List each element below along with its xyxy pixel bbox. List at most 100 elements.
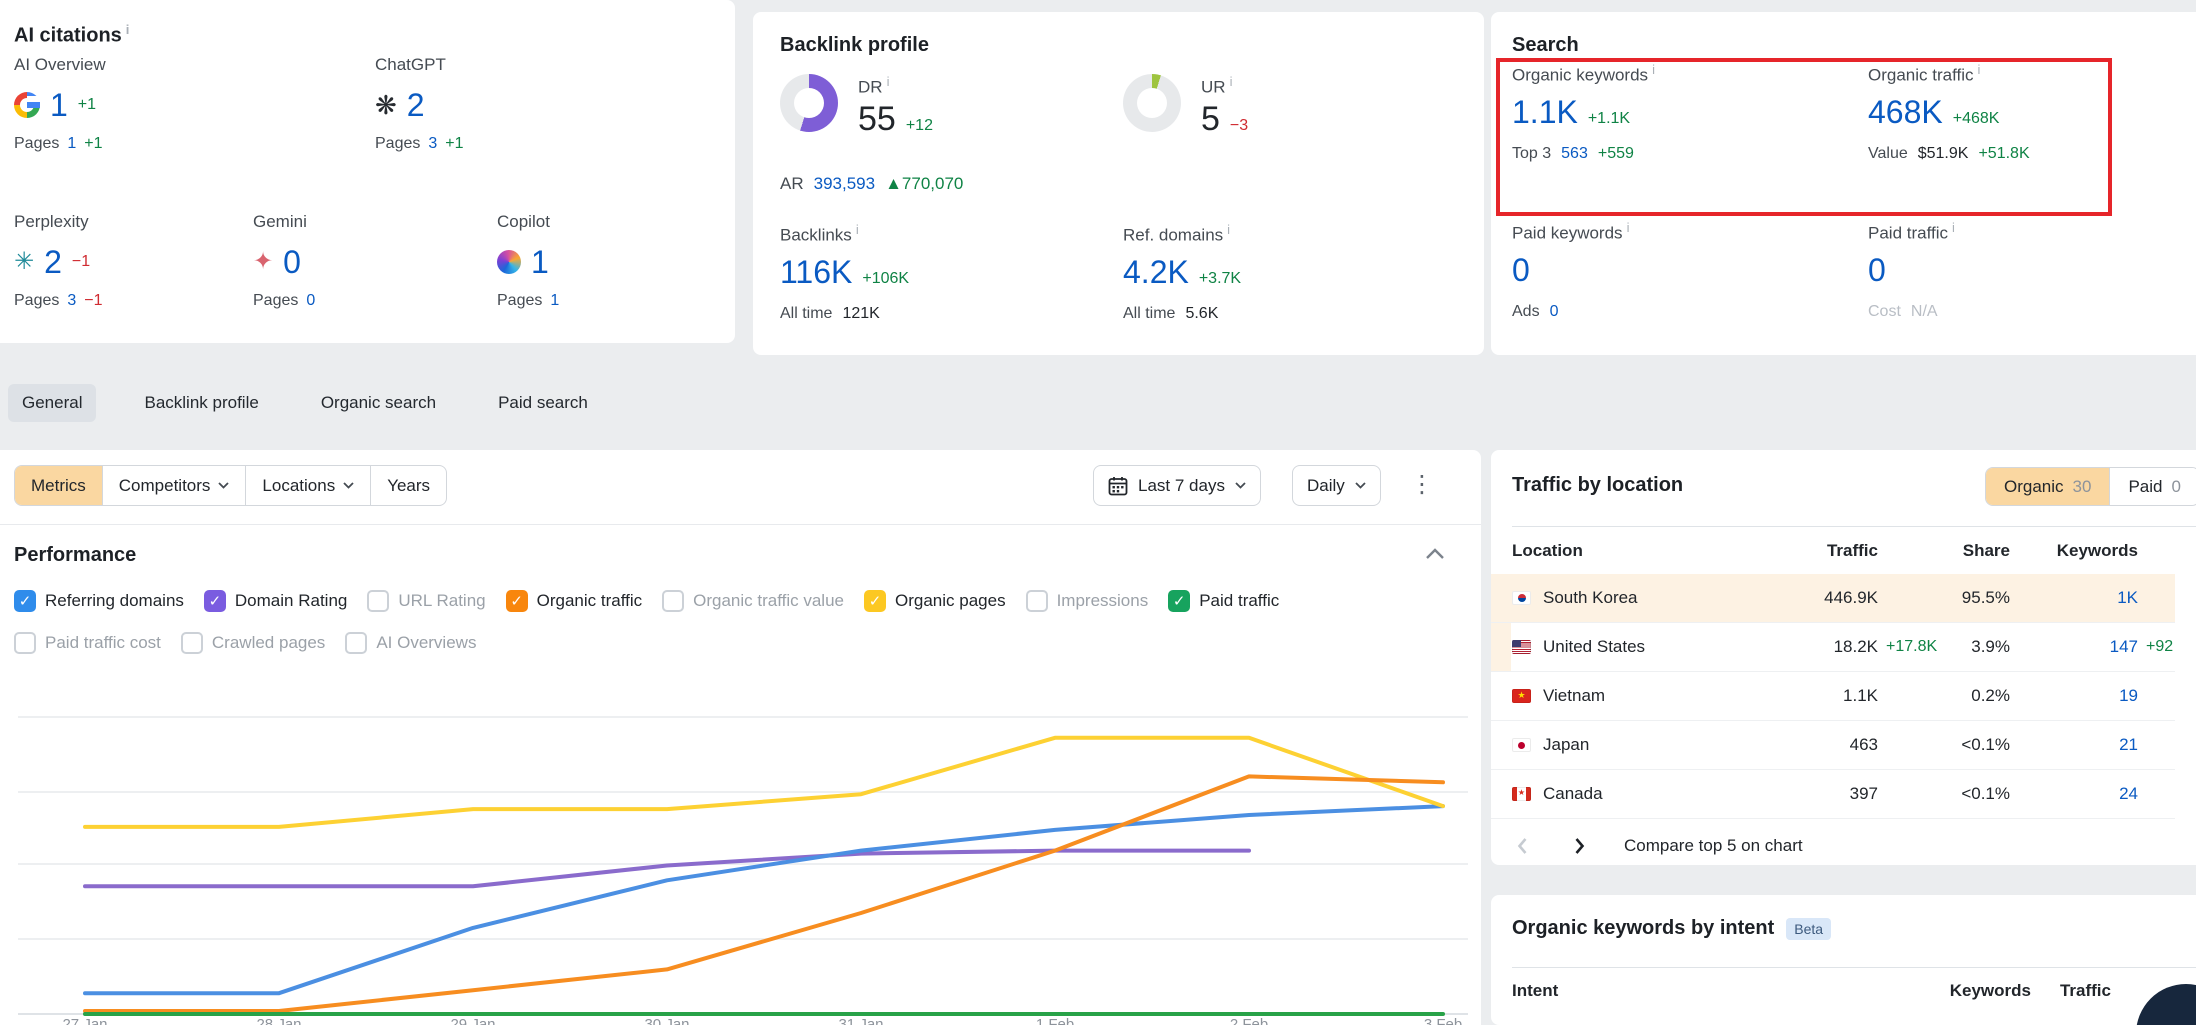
info-icon[interactable] xyxy=(1978,62,1981,77)
ur-value: 5 xyxy=(1201,100,1220,139)
checkbox-icon[interactable] xyxy=(345,632,367,654)
pages-count[interactable]: 3 xyxy=(67,292,76,310)
table-row-united-states[interactable]: United States 18.2K +17.8K 3.9% 147 +92 xyxy=(1491,623,2175,672)
keywords-link[interactable]: 24 xyxy=(2010,784,2138,804)
chevron-left-icon[interactable] xyxy=(1512,835,1534,857)
intent-column-header: Intent xyxy=(1512,981,1558,1001)
chevron-down-icon xyxy=(1355,482,1366,489)
japan-flag-icon xyxy=(1512,738,1531,752)
metric-url-rating[interactable]: URL Rating xyxy=(367,590,485,612)
checkbox-icon[interactable] xyxy=(662,590,684,612)
search-card: Search Organic keywords 1.1K+1.1K Top 35… xyxy=(1491,12,2196,355)
segment-locations[interactable]: Locations xyxy=(246,466,371,505)
metric-organic-traffic-value[interactable]: Organic traffic value xyxy=(662,590,844,612)
pages-count[interactable]: 1 xyxy=(67,135,76,153)
backlinks-value[interactable]: 116K xyxy=(780,254,852,291)
organic-keywords-value[interactable]: 1.1K xyxy=(1512,94,1578,131)
tab-backlink-profile[interactable]: Backlink profile xyxy=(130,384,272,422)
metric-domain-rating[interactable]: Domain Rating xyxy=(204,590,347,612)
ai-overview-metric: AI Overview 1 +1 Pages1+1 xyxy=(14,55,244,153)
keywords-link[interactable]: 19 xyxy=(2010,686,2138,706)
organic-keywords-block: Organic keywords 1.1K+1.1K Top 3563+559 xyxy=(1512,62,1792,163)
ar-value[interactable]: 393,593 xyxy=(814,174,875,194)
segment-metrics[interactable]: Metrics xyxy=(15,466,103,505)
gemini-value[interactable]: 0 xyxy=(283,244,301,281)
segment-competitors[interactable]: Competitors xyxy=(103,466,247,505)
table-row-vietnam[interactable]: Vietnam 1.1K 0.2% 19 xyxy=(1491,672,2175,721)
info-icon[interactable] xyxy=(126,22,130,37)
tab-paid-search[interactable]: Paid search xyxy=(484,384,602,422)
granularity-button[interactable]: Daily xyxy=(1292,465,1381,506)
metric-organic-pages[interactable]: Organic pages xyxy=(864,590,1006,612)
metric-impressions[interactable]: Impressions xyxy=(1026,590,1149,612)
chatgpt-value[interactable]: 2 xyxy=(407,87,425,124)
pages-count[interactable]: 3 xyxy=(428,135,437,153)
pages-count[interactable]: 0 xyxy=(306,292,315,310)
general-overview-panel: Metrics Competitors Locations Years Last… xyxy=(0,450,1481,1025)
checkbox-icon[interactable] xyxy=(204,590,226,612)
info-icon[interactable] xyxy=(1627,220,1630,235)
chevron-right-icon[interactable] xyxy=(1568,835,1590,857)
x-axis-tick: 31 Jan xyxy=(816,1016,906,1025)
toggle-organic[interactable]: Organic30 xyxy=(1986,468,2109,505)
checkbox-icon[interactable] xyxy=(864,590,886,612)
ai-overview-value[interactable]: 1 xyxy=(50,87,68,124)
paid-keywords-label: Paid keywords xyxy=(1512,220,1792,244)
info-icon[interactable] xyxy=(887,74,890,89)
checkbox-icon[interactable] xyxy=(1168,590,1190,612)
paid-keywords-value[interactable]: 0 xyxy=(1512,252,1530,289)
copilot-value[interactable]: 1 xyxy=(531,244,549,281)
chart-line-organic-traffic xyxy=(85,776,1443,1011)
organic-traffic-value[interactable]: 468K xyxy=(1868,94,1943,131)
metric-paid-traffic[interactable]: Paid traffic xyxy=(1168,590,1279,612)
table-row-japan[interactable]: Japan 463 <0.1% 21 xyxy=(1491,721,2175,770)
checkbox-icon[interactable] xyxy=(1026,590,1048,612)
tab-organic-search[interactable]: Organic search xyxy=(307,384,450,422)
info-icon[interactable] xyxy=(1652,62,1655,77)
keywords-link[interactable]: 147 xyxy=(2010,637,2138,657)
filter-segmented-control: Metrics Competitors Locations Years xyxy=(14,465,447,506)
metric-ai-overviews[interactable]: AI Overviews xyxy=(345,632,476,654)
perplexity-metric: Perplexity ✳ 2 −1 Pages3−1 xyxy=(14,212,244,310)
tab-general[interactable]: General xyxy=(8,384,96,422)
info-icon[interactable] xyxy=(1227,222,1230,237)
table-row-south-korea[interactable]: South Korea 446.9K 95.5% 1K xyxy=(1491,574,2175,623)
checkbox-icon[interactable] xyxy=(14,590,36,612)
x-axis-tick: 1 Feb xyxy=(1010,1016,1100,1025)
metric-paid-traffic-cost[interactable]: Paid traffic cost xyxy=(14,632,161,654)
keywords-by-intent-card: Organic keywords by intent Beta Intent K… xyxy=(1491,895,2196,1025)
toggle-paid[interactable]: Paid0 xyxy=(2109,468,2196,505)
info-icon[interactable] xyxy=(1952,220,1955,235)
collapse-chevron-up-icon[interactable] xyxy=(1425,548,1445,560)
ref-domains-value[interactable]: 4.2K xyxy=(1123,254,1189,291)
checkbox-icon[interactable] xyxy=(506,590,528,612)
perplexity-label: Perplexity xyxy=(14,212,244,232)
info-icon[interactable] xyxy=(1230,74,1233,89)
keywords-link[interactable]: 1K xyxy=(2010,588,2138,608)
checkbox-icon[interactable] xyxy=(14,632,36,654)
compare-top5-link[interactable]: Compare top 5 on chart xyxy=(1624,836,1803,856)
more-options-kebab-icon[interactable]: ⋮ xyxy=(1410,470,1434,500)
copilot-metric: Copilot 1 Pages1 xyxy=(497,212,727,310)
metric-organic-traffic[interactable]: Organic traffic xyxy=(506,590,643,612)
paid-traffic-value[interactable]: 0 xyxy=(1868,252,1886,289)
info-icon[interactable] xyxy=(856,222,859,237)
copilot-icon xyxy=(497,250,521,274)
perplexity-value[interactable]: 2 xyxy=(44,244,62,281)
backlinks-block: Backlinks 116K+106K All time121K xyxy=(780,222,1060,323)
pages-count[interactable]: 1 xyxy=(550,292,559,310)
segment-years[interactable]: Years xyxy=(371,466,446,505)
metric-toggles-row-1: Referring domains Domain Rating URL Rati… xyxy=(14,590,1279,612)
date-range-button[interactable]: Last 7 days xyxy=(1093,465,1261,506)
checkbox-icon[interactable] xyxy=(181,632,203,654)
ar-change: ▲770,070 xyxy=(885,174,963,194)
table-row-canada[interactable]: Canada 397 <0.1% 24 xyxy=(1491,770,2175,819)
ads-count[interactable]: 0 xyxy=(1550,303,1559,321)
metric-crawled-pages[interactable]: Crawled pages xyxy=(181,632,325,654)
metric-referring-domains[interactable]: Referring domains xyxy=(14,590,184,612)
chevron-down-icon xyxy=(218,482,229,489)
keywords-link[interactable]: 21 xyxy=(2010,735,2138,755)
top3-value[interactable]: 563 xyxy=(1561,145,1588,163)
performance-line-chart[interactable] xyxy=(0,655,1481,1025)
checkbox-icon[interactable] xyxy=(367,590,389,612)
